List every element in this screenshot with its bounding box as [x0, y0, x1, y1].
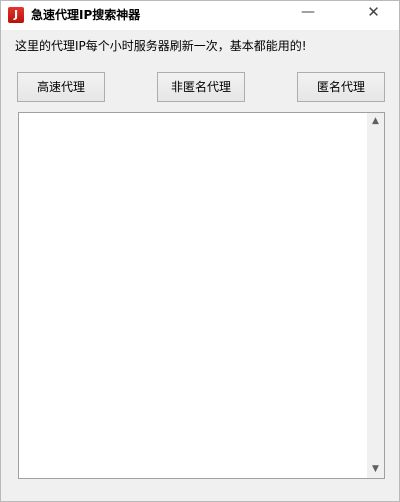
proxy-list-box[interactable]: ▲ ▼: [18, 112, 385, 479]
close-icon[interactable]: ✕: [351, 1, 396, 23]
scroll-up-icon[interactable]: ▲: [367, 113, 384, 130]
fast-proxy-button[interactable]: 高速代理: [17, 72, 105, 102]
app-window: J 急速代理IP搜索神器 — ✕ 这里的代理IP每个小时服务器刷新一次，基本都能…: [0, 0, 400, 502]
non-anonymous-proxy-button[interactable]: 非匿名代理: [157, 72, 245, 102]
scroll-down-icon[interactable]: ▼: [367, 461, 384, 478]
minimize-icon[interactable]: —: [291, 1, 325, 23]
vertical-scrollbar[interactable]: ▲ ▼: [367, 113, 384, 478]
window-title: 急速代理IP搜索神器: [31, 8, 141, 22]
anonymous-proxy-button[interactable]: 匿名代理: [297, 72, 385, 102]
info-label: 这里的代理IP每个小时服务器刷新一次，基本都能用的!: [15, 39, 307, 53]
title-bar[interactable]: J 急速代理IP搜索神器 — ✕: [1, 1, 399, 30]
app-logo-icon: J: [8, 7, 24, 23]
